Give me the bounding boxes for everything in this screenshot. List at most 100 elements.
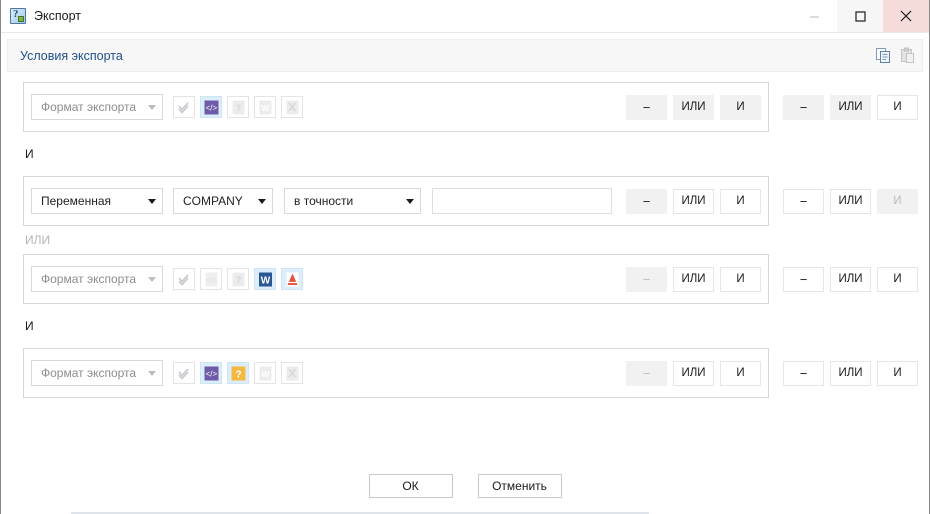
cancel-button[interactable]: Отменить	[477, 474, 562, 498]
excel-format-icon[interactable]	[281, 96, 303, 118]
field-select[interactable]: Формат экспорта	[31, 94, 163, 120]
pdf-format-icon[interactable]: ?	[227, 362, 249, 384]
outer-operator-buttons: − ИЛИ И	[783, 254, 918, 304]
condition-group-4: Формат экспорта </> ? W − ИЛИ И	[23, 348, 769, 398]
add-or-button[interactable]: ИЛИ	[673, 188, 714, 214]
svg-text:W: W	[261, 103, 270, 113]
add-or-button[interactable]: ИЛИ	[673, 94, 714, 120]
word-format-icon[interactable]: W	[254, 96, 276, 118]
chevron-down-icon	[148, 198, 156, 204]
remove-group-button[interactable]: −	[783, 360, 824, 386]
group-and-button[interactable]: И	[877, 188, 918, 214]
excel-format-icon[interactable]	[281, 362, 303, 384]
minimize-button[interactable]	[791, 0, 837, 32]
condition-group-2: Переменная COMPANY в точности − ИЛИ И	[23, 176, 769, 226]
group-or-button[interactable]: ИЛИ	[830, 360, 871, 386]
xml-format-icon[interactable]: </>	[200, 96, 222, 118]
format-icon-group: </> ? W	[173, 96, 303, 118]
inner-operator-buttons: − ИЛИ И	[626, 266, 761, 292]
conditions-list: Формат экспорта </> ? W − ИЛИ И − ИЛИ И …	[1, 72, 929, 398]
remove-group-button[interactable]: −	[783, 94, 824, 120]
xml-format-icon[interactable]: </>	[200, 268, 222, 290]
add-or-button[interactable]: ИЛИ	[673, 266, 714, 292]
add-and-button[interactable]: И	[720, 360, 761, 386]
title-bar-left: ? Экспорт	[1, 0, 791, 32]
svg-text:W: W	[260, 275, 270, 286]
excel-pdf-icon[interactable]	[281, 268, 303, 290]
comparison-select-label: в точности	[294, 194, 354, 208]
connector-label: И	[25, 147, 34, 161]
variable-select[interactable]: COMPANY	[173, 188, 273, 214]
group-and-button[interactable]: И	[877, 266, 918, 292]
svg-text:</>: </>	[206, 275, 217, 284]
svg-text:?: ?	[235, 103, 241, 113]
remove-condition-button[interactable]: −	[626, 94, 667, 120]
check-all-icon[interactable]	[173, 96, 195, 118]
export-question-icon: ?	[10, 8, 26, 24]
add-or-button[interactable]: ИЛИ	[673, 360, 714, 386]
remove-group-button[interactable]: −	[783, 266, 824, 292]
inner-operator-buttons: − ИЛИ И	[626, 360, 761, 386]
field-select-label: Формат экспорта	[41, 366, 137, 380]
add-and-button[interactable]: И	[720, 188, 761, 214]
format-icon-group: </> ? W	[173, 362, 303, 384]
format-icon-group: </> ? W	[173, 268, 303, 290]
check-all-icon[interactable]	[173, 362, 195, 384]
add-and-button[interactable]: И	[720, 94, 761, 120]
condition-group-3: Формат экспорта </> ? W − ИЛИ И	[23, 254, 769, 304]
condition-row: Формат экспорта </> ? W − ИЛИ И − ИЛИ И	[1, 82, 929, 132]
panel-toolbar	[875, 47, 922, 64]
connector-label: ИЛИ	[25, 233, 51, 247]
condition-group-1: Формат экспорта </> ? W − ИЛИ И	[23, 82, 769, 132]
xml-format-icon[interactable]: </>	[200, 362, 222, 384]
paste-icon	[899, 47, 916, 64]
word-format-icon[interactable]: W	[254, 362, 276, 384]
word-format-icon[interactable]: W	[254, 268, 276, 290]
copy-icon[interactable]	[875, 47, 892, 64]
group-and-button[interactable]: И	[877, 360, 918, 386]
add-and-button[interactable]: И	[720, 266, 761, 292]
outer-operator-buttons: − ИЛИ И	[783, 176, 918, 226]
chevron-down-icon	[148, 370, 156, 376]
panel-title: Условия экспорта	[20, 48, 123, 63]
svg-text:?: ?	[235, 369, 241, 380]
svg-text:?: ?	[235, 275, 241, 285]
condition-row: Формат экспорта </> ? W − ИЛИ И − ИЛИ И	[1, 254, 929, 304]
condition-row: Переменная COMPANY в точности − ИЛИ И − …	[1, 176, 929, 226]
remove-condition-button[interactable]: −	[626, 188, 667, 214]
group-and-button[interactable]: И	[877, 94, 918, 120]
background-bleed	[1, 508, 929, 514]
remove-condition-button[interactable]: −	[626, 266, 667, 292]
field-select-label: Формат экспорта	[41, 272, 137, 286]
maximize-button[interactable]	[837, 0, 883, 32]
inner-operator-buttons: − ИЛИ И	[626, 188, 761, 214]
field-select[interactable]: Формат экспорта	[31, 360, 163, 386]
ok-button[interactable]: ОК	[368, 474, 453, 498]
connector-label: И	[25, 319, 34, 333]
chevron-down-icon	[148, 276, 156, 282]
condition-row: Формат экспорта </> ? W − ИЛИ И − ИЛИ И	[1, 348, 929, 398]
check-all-icon[interactable]	[173, 268, 195, 290]
field-select[interactable]: Переменная	[31, 188, 163, 214]
remove-group-button[interactable]: −	[783, 188, 824, 214]
group-or-button[interactable]: ИЛИ	[830, 94, 871, 120]
comparison-select[interactable]: в точности	[284, 188, 421, 214]
chevron-down-icon	[258, 198, 266, 204]
inner-operator-buttons: − ИЛИ И	[626, 94, 761, 120]
chevron-down-icon	[406, 198, 414, 204]
value-input[interactable]	[432, 188, 612, 214]
remove-condition-button[interactable]: −	[626, 360, 667, 386]
title-bar: ? Экспорт	[1, 0, 929, 33]
export-dialog: ? Экспорт Условия экспорта Формат экспор…	[0, 0, 930, 514]
field-select-label: Формат экспорта	[41, 100, 137, 114]
svg-text:</>: </>	[205, 369, 217, 378]
field-select[interactable]: Формат экспорта	[31, 266, 163, 292]
pdf-format-icon[interactable]: ?	[227, 268, 249, 290]
close-button[interactable]	[883, 0, 929, 32]
field-select-label: Переменная	[41, 194, 111, 208]
panel-header: Условия экспорта	[7, 39, 923, 72]
group-or-button[interactable]: ИЛИ	[830, 266, 871, 292]
pdf-format-icon[interactable]: ?	[227, 96, 249, 118]
window-title: Экспорт	[34, 9, 81, 23]
group-or-button[interactable]: ИЛИ	[830, 188, 871, 214]
